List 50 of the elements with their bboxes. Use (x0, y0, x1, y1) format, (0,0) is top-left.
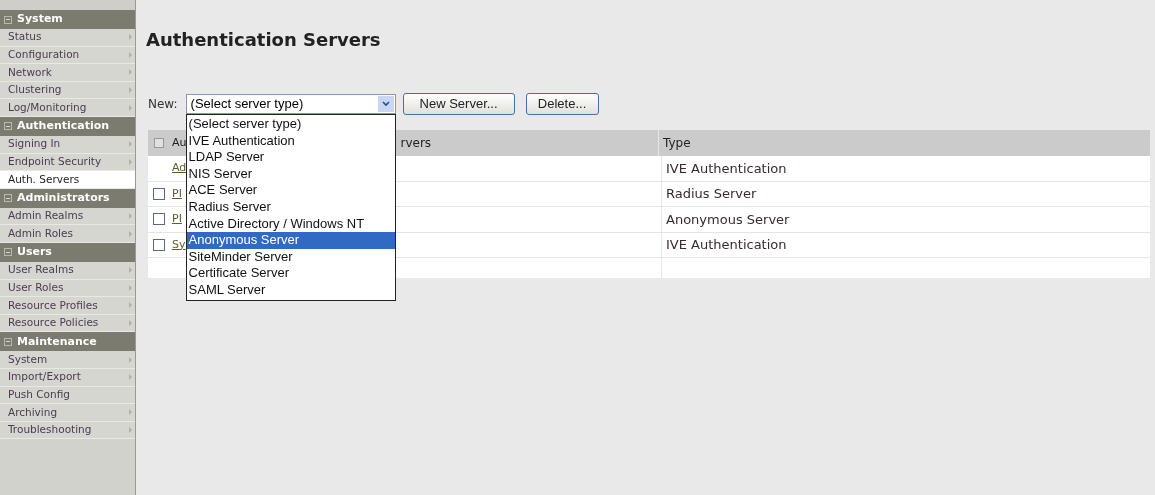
sidebar-section-header[interactable]: System (0, 10, 135, 29)
section-title: Authentication (17, 118, 110, 135)
server-link[interactable]: PI (172, 185, 182, 202)
sidebar-item[interactable]: Network (0, 64, 135, 82)
dropdown-option[interactable]: LDAP Server (186, 149, 395, 166)
section-title: Maintenance (17, 333, 97, 350)
table-cell-text: Anonymous Server (666, 210, 790, 229)
server-link[interactable]: PI (172, 211, 182, 228)
section-title: System (17, 11, 63, 28)
dropdown-option[interactable]: NIS Server (186, 165, 395, 183)
table-cell-text: Radius Server (666, 185, 757, 203)
table-cell-text: IVE Authentication (666, 159, 787, 178)
sidebar-item[interactable]: System (0, 351, 135, 369)
dropdown-option[interactable]: Radius Server (186, 198, 395, 216)
column-header: rvers (400, 135, 432, 152)
row-checkbox[interactable] (153, 238, 165, 251)
server-link[interactable]: Sy (172, 236, 186, 253)
page-title: Authentication Servers (146, 28, 382, 52)
sidebar-item[interactable]: Auth. Servers (0, 171, 135, 189)
section-title: Users (17, 244, 52, 261)
dropdown-option[interactable]: Anonymous Server (186, 232, 395, 249)
delete-button[interactable]: Delete... (525, 93, 599, 115)
sidebar-item[interactable]: Admin Roles (0, 225, 135, 243)
select-all-checkbox-icon[interactable] (154, 138, 164, 148)
collapse-icon[interactable] (4, 248, 12, 257)
column-header: Type (663, 135, 691, 152)
dropdown-option[interactable]: IVE Authentication (186, 132, 395, 150)
table-cell-text: IVE Authentication (666, 236, 787, 254)
sidebar-item[interactable]: Archiving (0, 404, 135, 422)
column-header: Au (172, 134, 187, 151)
new-server-button[interactable]: New Server... (402, 93, 515, 115)
sidebar-item[interactable]: Log/Monitoring (0, 99, 135, 117)
collapse-icon[interactable] (4, 15, 12, 24)
dropdown-option[interactable]: Active Directory / Windows NT (186, 215, 395, 233)
section-title: Administrators (17, 190, 110, 206)
server-link[interactable]: Ad (172, 160, 187, 177)
sidebar-item[interactable]: Status (0, 29, 135, 47)
row-checkbox[interactable] (153, 213, 165, 226)
sidebar-section-header[interactable]: Maintenance (0, 332, 135, 352)
row-checkbox[interactable] (153, 187, 165, 200)
dropdown-option[interactable]: Certificate Server (186, 265, 395, 282)
collapse-icon[interactable] (4, 337, 12, 346)
dropdown-option[interactable]: ACE Server (186, 182, 395, 199)
dropdown-option[interactable]: (Select server type) (186, 116, 395, 133)
sidebar-item[interactable]: Resource Profiles (0, 297, 135, 315)
dropdown-option[interactable]: SiteMinder Server (186, 248, 395, 266)
collapse-icon[interactable] (4, 122, 12, 131)
new-label: New: (148, 96, 178, 113)
dropdown-option[interactable]: SAML Server (186, 281, 395, 299)
collapse-icon[interactable] (4, 194, 12, 203)
